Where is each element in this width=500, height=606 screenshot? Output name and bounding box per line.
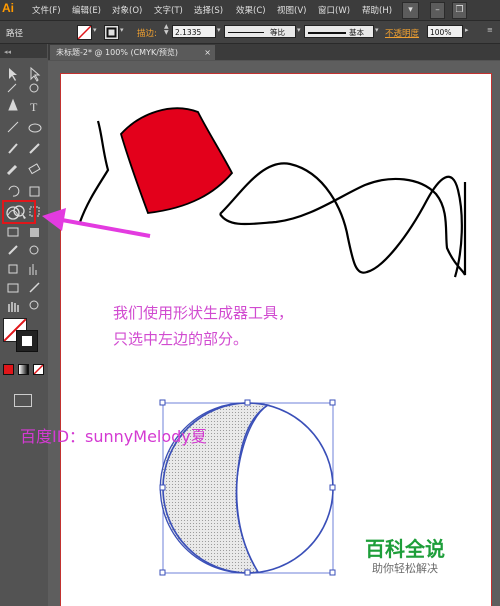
annotation-arrowhead (42, 208, 66, 231)
instruction-text-line-2: 只选中左边的部分。 (113, 330, 249, 348)
instruction-text-line-1: 我们使用形状生成器工具， (113, 304, 294, 322)
annotation-arrow (61, 218, 151, 238)
open-path-stroke (78, 120, 110, 223)
wavy-open-path (219, 162, 463, 278)
wavy-open-path-2 (219, 177, 467, 276)
red-blob-shape (119, 107, 234, 214)
author-watermark: 百度ID：sunnyMelody夏 (20, 427, 207, 446)
brand-logo-text: 百科全说 (365, 537, 445, 561)
brand-tagline: 助你轻松解决 (372, 562, 438, 575)
